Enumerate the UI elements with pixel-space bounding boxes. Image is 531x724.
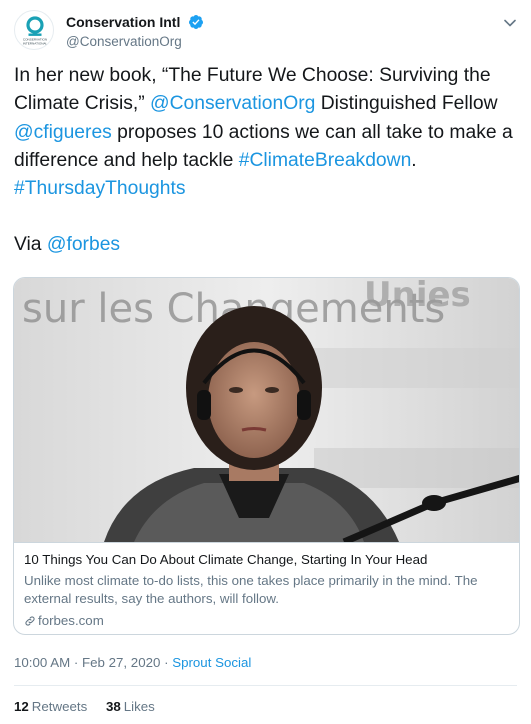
tweet-source[interactable]: Sprout Social [172, 655, 251, 670]
avatar-text-line2: INTERNATIONAL [23, 41, 48, 45]
card-body[interactable]: 10 Things You Can Do About Climate Chang… [14, 542, 519, 634]
tweet-text-part2: Distinguished Fellow [315, 93, 498, 115]
via-label: Via [14, 234, 47, 256]
tweet-time[interactable]: 10:00 AM [14, 655, 70, 670]
tweet-text-part4: . [411, 149, 417, 171]
verified-badge-icon [188, 14, 203, 29]
card-domain[interactable]: forbes.com [38, 613, 104, 628]
tweet-meta: 10:00 AM · Feb 27, 2020 · Sprout Social [14, 655, 251, 670]
author-names: Conservation Intl @ConservationOrg [66, 13, 204, 49]
card-title[interactable]: 10 Things You Can Do About Climate Chang… [24, 551, 511, 569]
likes-label: Likes [123, 699, 155, 714]
mention-conservationorg[interactable]: @ConservationOrg [150, 93, 315, 114]
handle[interactable]: @ConservationOrg [66, 34, 204, 49]
meta-separator-1: · [70, 655, 83, 670]
retweets-count: 12 [14, 699, 29, 714]
tweet-header: CONSERVATION INTERNATIONAL Conservation … [14, 10, 517, 50]
meta-separator-2: · [160, 655, 173, 670]
tweet-text: In her new book, “The Future We Choose: … [14, 62, 519, 260]
via-line: Via @forbes [14, 231, 519, 259]
hashtag-climatebreakdown[interactable]: #ClimateBreakdown [239, 150, 412, 171]
photo-bg-text-2: Unies [364, 278, 471, 315]
tweet-stats: 12 Retweets 38 Likes [14, 699, 170, 714]
likes-stat[interactable]: 38 Likes [106, 699, 155, 714]
card-photo: sur les Changements Unies [14, 278, 519, 542]
hashtag-thursdaythoughts[interactable]: #ThursdayThoughts [14, 178, 186, 199]
mention-forbes[interactable]: @forbes [47, 234, 120, 255]
mention-cfigueres[interactable]: @cfigueres [14, 122, 112, 143]
link-icon [25, 616, 35, 627]
retweets-stat[interactable]: 12 Retweets [14, 699, 87, 714]
card-domain-row[interactable]: forbes.com [24, 612, 511, 630]
card-description: Unlike most climate to-do lists, this on… [24, 573, 478, 606]
avatar[interactable]: CONSERVATION INTERNATIONAL [14, 10, 54, 50]
likes-count: 38 [105, 699, 121, 714]
tweet-date[interactable]: Feb 27, 2020 [82, 655, 160, 670]
card-image[interactable]: sur les Changements Unies [14, 278, 519, 542]
display-name[interactable]: Conservation Intl [66, 14, 180, 30]
chevron-down-icon[interactable] [503, 16, 517, 30]
divider [14, 685, 517, 686]
conservation-logo-icon: CONSERVATION INTERNATIONAL [23, 16, 48, 45]
retweets-label: Retweets [31, 699, 88, 714]
link-preview-card[interactable]: sur les Changements Unies 10 Things You … [13, 277, 520, 635]
